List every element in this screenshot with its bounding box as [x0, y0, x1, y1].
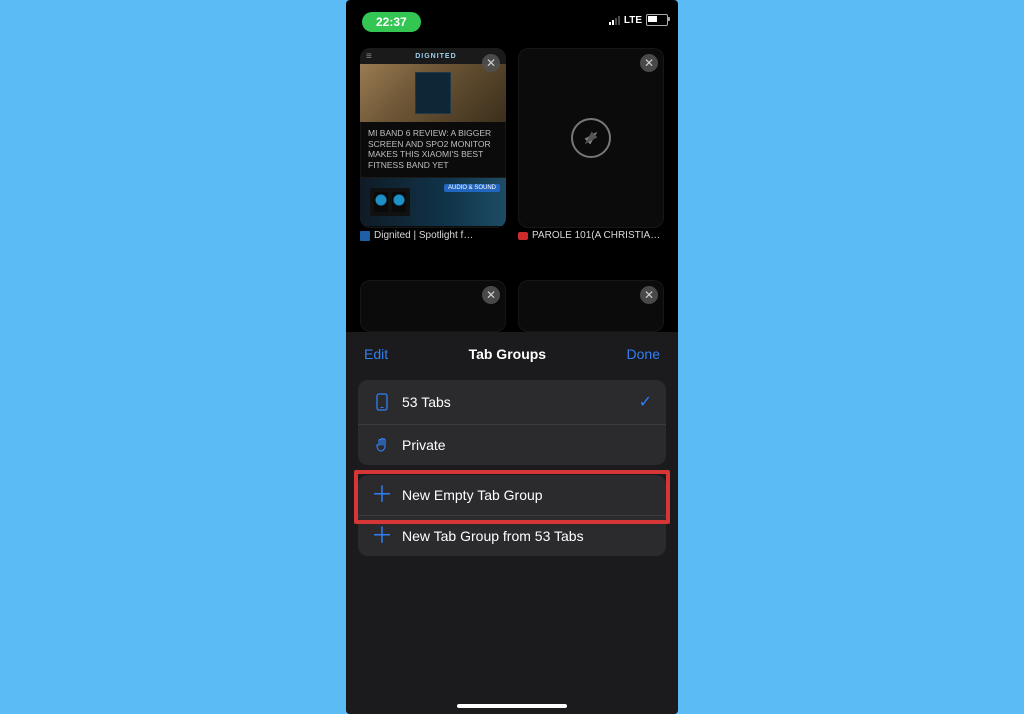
carrier-label: LTE [624, 15, 642, 26]
sheet-header: Edit Tab Groups Done [346, 332, 678, 374]
sheet-title: Tab Groups [469, 346, 547, 362]
new-group-from-tabs-row[interactable]: ＋ New Tab Group from 53 Tabs [358, 515, 666, 556]
privacy-icon [372, 437, 392, 453]
status-bar: 22:37 LTE [346, 12, 678, 34]
site-brand: DIGNITED [415, 53, 456, 60]
close-icon[interactable]: ✕ [640, 54, 658, 72]
done-button[interactable]: Done [627, 346, 660, 362]
private-row[interactable]: Private [358, 424, 666, 465]
tab-preview-card[interactable]: ✕ [360, 280, 506, 332]
article-title: MI BAND 6 REVIEW: A BIGGER SCREEN AND SP… [360, 122, 506, 177]
tab-caption-text: Dignited | Spotlight f… [374, 230, 473, 241]
private-label: Private [402, 437, 446, 453]
phone-frame: 22:37 LTE ≡ DIGNITED MI BAND 6 REVIEW: A… [346, 0, 678, 714]
new-from-label: New Tab Group from 53 Tabs [402, 528, 584, 544]
status-right: LTE [609, 14, 668, 26]
compass-icon [571, 118, 611, 158]
article-hero-image [360, 64, 506, 122]
close-icon[interactable]: ✕ [482, 286, 500, 304]
close-icon[interactable]: ✕ [482, 54, 500, 72]
new-empty-label: New Empty Tab Group [402, 487, 543, 503]
close-icon[interactable]: ✕ [640, 286, 658, 304]
tab-groups-list: 53 Tabs ✓ Private [358, 380, 666, 465]
tab-groups-sheet: Edit Tab Groups Done 53 Tabs ✓ Private ＋ [346, 332, 678, 714]
tab-item[interactable]: ✕ PAROLE 101(A CHRISTIA… [518, 48, 664, 248]
tab-preview-card[interactable]: ✕ [518, 280, 664, 332]
device-icon [372, 393, 392, 411]
edit-button[interactable]: Edit [364, 346, 388, 362]
tabs-count-row[interactable]: 53 Tabs ✓ [358, 380, 666, 424]
favicon-icon [360, 231, 370, 241]
tabs-count-label: 53 Tabs [402, 394, 451, 410]
tab-grid-row-2: ✕ ✕ [360, 280, 664, 332]
category-tag: AUDIO & SOUND [444, 184, 500, 192]
tab-caption: Dignited | Spotlight f… [360, 230, 506, 241]
secondary-article-strip: AUDIO & SOUND [360, 177, 506, 226]
new-empty-group-row[interactable]: ＋ New Empty Tab Group [358, 475, 666, 515]
status-time-text: 22:37 [376, 15, 407, 29]
selected-check-icon: ✓ [639, 392, 652, 412]
tab-preview-card[interactable]: ≡ DIGNITED MI BAND 6 REVIEW: A BIGGER SC… [360, 48, 506, 228]
battery-icon [646, 14, 668, 26]
speakers-image [370, 188, 410, 216]
tab-preview-card[interactable]: ✕ [518, 48, 664, 228]
favicon-icon [518, 232, 528, 240]
new-group-list: ＋ New Empty Tab Group ＋ New Tab Group fr… [358, 475, 666, 556]
signal-icon [609, 16, 620, 25]
home-indicator[interactable] [457, 704, 567, 708]
tab-item[interactable]: ≡ DIGNITED MI BAND 6 REVIEW: A BIGGER SC… [360, 48, 506, 248]
hamburger-icon: ≡ [366, 51, 372, 62]
status-time-pill[interactable]: 22:37 [362, 12, 421, 32]
tab-caption-text: PAROLE 101(A CHRISTIA… [532, 230, 660, 241]
tab-caption: PAROLE 101(A CHRISTIA… [518, 230, 664, 241]
